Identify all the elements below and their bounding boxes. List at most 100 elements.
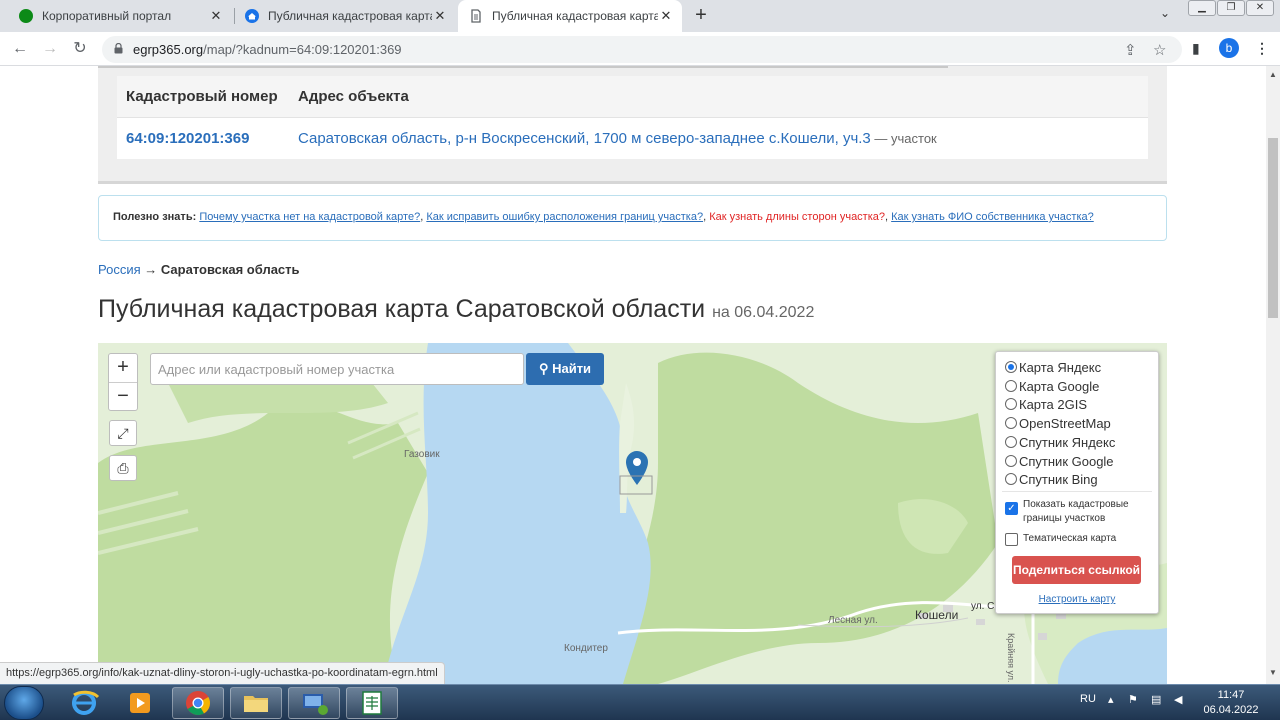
page-favicon-icon [471, 9, 481, 23]
internet-explorer-icon[interactable] [58, 687, 110, 719]
new-tab-button[interactable]: + [690, 4, 712, 28]
layer-label: Карта 2GIS [1019, 396, 1088, 412]
link-side-lengths[interactable]: Как узнать длины сторон участка? [709, 211, 885, 223]
reload-icon[interactable]: ↻ [69, 38, 91, 60]
scrollbar-thumb[interactable] [1268, 138, 1278, 318]
volume-icon[interactable]: ◀ [1174, 693, 1182, 706]
configure-map-link[interactable]: Настроить карту [996, 594, 1158, 605]
search-icon: ⚲ [538, 361, 553, 376]
media-player-icon[interactable] [114, 687, 166, 719]
system-clock[interactable]: 11:47 06.04.2022 [1196, 688, 1266, 718]
action-center-icon[interactable]: ⚑ [1128, 693, 1138, 706]
layer-option-2gis[interactable]: Карта 2GIS [1005, 395, 1087, 413]
remote-desktop-icon[interactable] [288, 687, 340, 719]
forward-arrow-icon[interactable]: → [39, 38, 61, 60]
back-arrow-icon[interactable]: ← [9, 38, 31, 60]
tab-title: Корпоративный портал [42, 9, 172, 23]
radio-checked-icon[interactable] [1005, 361, 1017, 373]
web-page: Кадастровый номер Адрес объекта 64:09:12… [0, 66, 1266, 684]
side-panel-icon[interactable]: ▮ [1192, 40, 1200, 57]
thematic-map-checkbox[interactable] [1005, 533, 1018, 546]
input-language[interactable]: RU [1080, 693, 1096, 705]
map-search-input[interactable]: Адрес или кадастровый номер участка [150, 353, 524, 385]
zoom-control: + − [108, 353, 138, 411]
tab-corporate-portal[interactable]: Корпоративный портал ✕ [8, 0, 232, 32]
layer-label: OpenStreetMap [1019, 415, 1111, 431]
radio-icon[interactable] [1005, 417, 1017, 429]
tab-search-chevron-icon[interactable]: ⌄ [1160, 6, 1170, 20]
page-date: на 06.04.2022 [712, 304, 815, 321]
cadastral-number-link[interactable]: 64:09:120201:369 [126, 130, 249, 147]
url-text: egrp365.org/map/?kadnum=64:09:120201:369 [133, 42, 402, 57]
bookmark-star-icon[interactable]: ☆ [1153, 41, 1166, 59]
tab-close-icon[interactable]: ✕ [208, 8, 224, 24]
address-link[interactable]: Саратовская область, р-н Воскресенский, … [298, 130, 871, 147]
share-link-button[interactable]: Поделиться ссылкой [1012, 556, 1141, 584]
layer-option-google[interactable]: Карта Google [1005, 377, 1099, 395]
scroll-up-arrow-icon[interactable]: ▲ [1269, 70, 1277, 79]
start-button-windows-icon[interactable] [4, 686, 44, 720]
fullscreen-icon[interactable]: ⤢ [109, 420, 137, 446]
useful-label: Полезно знать: [113, 211, 197, 223]
scroll-down-arrow-icon[interactable]: ▼ [1269, 668, 1277, 677]
layer-option-sat-bing[interactable]: Спутник Bing [1005, 470, 1098, 488]
radio-icon[interactable] [1005, 455, 1017, 467]
zoom-in-button[interactable]: + [109, 354, 137, 382]
tab-cadastral-map-2[interactable]: Публичная кадастровая карта 2 ✕ [234, 0, 456, 32]
layer-option-yandex[interactable]: Карта Яндекс [1005, 358, 1101, 376]
layer-option-sat-yandex[interactable]: Спутник Яндекс [1005, 433, 1115, 451]
print-icon[interactable]: ⎙ [109, 455, 137, 481]
find-button-label: Найти [552, 361, 592, 376]
map-layer-panel: Карта Яндекс Карта Google Карта 2GIS Ope… [995, 351, 1159, 614]
share-icon[interactable]: ⇪ [1124, 41, 1137, 59]
breadcrumb-arrow: → [140, 262, 161, 277]
layer-option-sat-google[interactable]: Спутник Google [1005, 452, 1114, 470]
useful-info-box: Полезно знать: Почему участка нет на кад… [98, 195, 1167, 241]
portal-favicon-icon [19, 9, 33, 23]
minimize-icon[interactable]: ▁ [1188, 0, 1216, 16]
radio-icon[interactable] [1005, 380, 1017, 392]
profile-avatar[interactable]: b [1219, 38, 1239, 58]
radio-icon[interactable] [1005, 436, 1017, 448]
link-fix-border-error[interactable]: Как исправить ошибку расположения границ… [426, 211, 703, 223]
tab-title: Публичная кадастровая карта 2 [268, 9, 432, 23]
layer-label: Карта Google [1019, 378, 1100, 394]
address-bar[interactable]: egrp365.org/map/?kadnum=64:09:120201:369… [102, 36, 1182, 63]
object-address: Саратовская область, р-н Воскресенский, … [298, 130, 937, 147]
radio-icon[interactable] [1005, 398, 1017, 410]
breadcrumb-russia[interactable]: Россия [98, 262, 141, 277]
page-title-text: Публичная кадастровая карта Саратовской … [98, 295, 706, 323]
map-label-konditer: Кондитер [564, 643, 608, 654]
file-explorer-icon[interactable] [230, 687, 282, 719]
tab-close-icon[interactable]: ✕ [658, 8, 674, 24]
find-button[interactable]: ⚲ Найти [526, 353, 604, 385]
map-label-kosheli: Кошели [915, 608, 959, 622]
layer-option-osm[interactable]: OpenStreetMap [1005, 414, 1111, 432]
tab-cadastral-map-active[interactable]: Публичная кадастровая карта С ✕ [458, 0, 682, 32]
window-controls: ▁ ❐ ✕ [1188, 0, 1275, 18]
tab-close-icon[interactable]: ✕ [432, 8, 448, 24]
cadastral-map[interactable]: + − ⤢ ⎙ Адрес или кадастровый номер учас… [98, 343, 1167, 684]
column-header-cadastral-number: Кадастровый номер [126, 88, 278, 105]
close-window-icon[interactable]: ✕ [1246, 0, 1274, 16]
restore-icon[interactable]: ❐ [1217, 0, 1245, 16]
radio-icon[interactable] [1005, 473, 1017, 485]
zoom-out-button[interactable]: − [109, 383, 137, 411]
link-why-no-plot[interactable]: Почему участка нет на кадастровой карте? [199, 211, 420, 223]
link-owner-name[interactable]: Как узнать ФИО собственника участка? [891, 211, 1094, 223]
clock-date: 06.04.2022 [1203, 704, 1259, 716]
chrome-taskbar-icon[interactable] [172, 687, 224, 719]
spreadsheet-icon[interactable] [346, 687, 398, 719]
page-scrollbar[interactable]: ▲ ▼ [1266, 66, 1280, 684]
tab-title: Публичная кадастровая карта С [492, 9, 658, 23]
show-borders-checkbox[interactable]: ✓ [1005, 502, 1018, 515]
breadcrumb-current: Саратовская область [160, 262, 300, 277]
network-icon[interactable]: ▤ [1151, 693, 1161, 706]
object-table: Кадастровый номер Адрес объекта 64:09:12… [117, 76, 1148, 159]
scroll-divider [98, 66, 948, 68]
map-label-lesnaya: Лесная ул. [828, 615, 878, 626]
browser-menu-icon[interactable]: ⋮ [1255, 40, 1269, 57]
tray-expand-icon[interactable]: ▴ [1108, 693, 1114, 706]
layer-label: Карта Яндекс [1019, 359, 1102, 375]
page-title: Публичная кадастровая карта Саратовской … [98, 295, 814, 324]
